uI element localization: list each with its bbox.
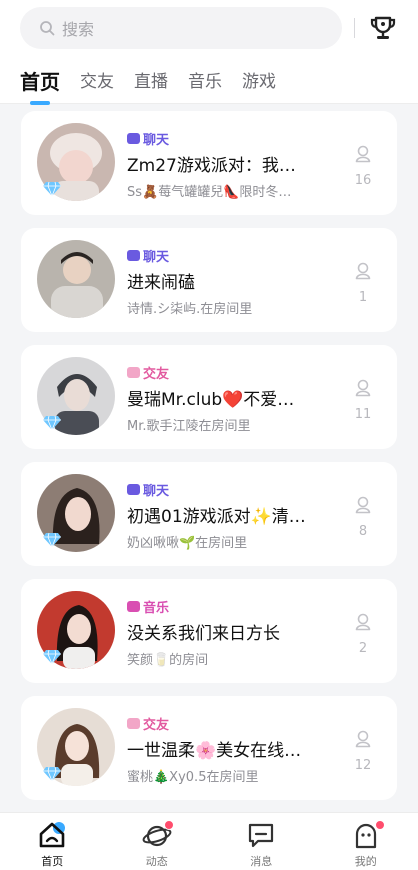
user-count-icon [355,496,371,514]
category-label: 聊天 [143,133,170,148]
room-card[interactable]: 交友 一世温柔🌸美女在线… 蜜桃🎄Xy0.5在房间里 12 [21,696,397,800]
nav-label: 我的 [354,855,377,868]
diamond-icon [43,181,61,198]
trophy-icon[interactable] [368,13,398,43]
avatar [37,240,115,318]
nav-home[interactable]: 首页 [0,813,105,870]
friend-category-icon [127,367,140,378]
room-subtitle: 笑颜🥛的房间 [127,653,209,668]
planet-icon [142,820,174,850]
user-count: 1 [358,290,368,305]
room-card[interactable]: 聊天 进来闹磕 诗情.シ柒屿.在房间里 1 [21,228,397,332]
nav-label: 消息 [250,855,273,868]
category-tag: 交友 [127,363,169,382]
category-tabs: 首页 交友 直播 音乐 游戏 [20,71,276,105]
chat-category-icon [127,133,140,144]
search-bar[interactable]: 搜索 [20,7,342,49]
nav-label: 首页 [41,855,64,868]
user-count-icon [355,379,371,397]
category-tag: 聊天 [127,480,169,499]
category-label: 交友 [143,718,170,733]
user-count: 2 [358,641,368,656]
notification-dot [374,820,385,830]
tab-games[interactable]: 游戏 [242,71,276,93]
search-icon [38,19,56,37]
message-icon [246,820,276,850]
header-divider [354,18,355,38]
category-label: 聊天 [143,484,170,499]
tab-home[interactable]: 首页 [20,71,60,105]
diamond-icon [43,766,61,783]
search-placeholder: 搜索 [62,20,95,39]
room-title: 没关系我们来日方长 [127,624,280,644]
home-icon [37,820,67,850]
profile-icon [351,820,385,850]
friend-category-icon [127,718,140,729]
room-list: 聊天 Zm27游戏派对：我… Ss🧸莓气罐罐兒👠限时冬… 16 聊天 进来闹磕 … [21,111,397,813]
nav-profile[interactable]: 我的 [314,813,418,870]
category-label: 聊天 [143,250,170,265]
user-count-icon [355,145,371,163]
room-subtitle: 蜜桃🎄Xy0.5在房间里 [127,770,259,785]
category-label: 音乐 [143,601,170,616]
category-tag: 交友 [127,714,169,733]
category-tag: 聊天 [127,129,169,148]
diamond-icon [43,415,61,432]
category-tag: 音乐 [127,597,169,616]
user-count: 16 [354,173,372,188]
diamond-icon [43,649,61,666]
room-title: 一世温柔🌸美女在线… [127,741,302,761]
room-title: 进来闹磕 [127,273,195,293]
room-subtitle: 诗情.シ柒屿.在房间里 [127,302,253,317]
music-category-icon [127,601,140,612]
room-title: 曼瑞Mr.club❤️不爱… [127,390,295,410]
room-card[interactable]: 交友 曼瑞Mr.club❤️不爱… Mr.歌手江陵在房间里 11 [21,345,397,449]
chat-category-icon [127,484,140,495]
user-count: 12 [354,758,372,773]
chat-category-icon [127,250,140,261]
nav-moments[interactable]: 动态 [105,813,210,870]
tab-friends[interactable]: 交友 [80,71,114,93]
user-count-icon [355,613,371,631]
tab-live[interactable]: 直播 [134,71,168,93]
room-title: 初遇01游戏派对✨清… [127,507,306,527]
room-card[interactable]: 聊天 Zm27游戏派对：我… Ss🧸莓气罐罐兒👠限时冬… 16 [21,111,397,215]
bottom-nav: 首页 动态 消息 我的 [0,812,418,870]
notification-dot [163,820,174,830]
tab-music[interactable]: 音乐 [188,71,222,93]
category-label: 交友 [143,367,170,382]
top-header: 搜索 首页 交友 直播 音乐 游戏 [0,0,418,105]
room-card[interactable]: 音乐 没关系我们来日方长 笑颜🥛的房间 2 [21,579,397,683]
nav-messages[interactable]: 消息 [209,813,314,870]
user-count-icon [355,730,371,748]
user-count: 11 [354,407,372,422]
user-count-icon [355,262,371,280]
category-tag: 聊天 [127,246,169,265]
room-card[interactable]: 聊天 初遇01游戏派对✨清… 奶凶啾啾🌱在房间里 8 [21,462,397,566]
room-subtitle: 奶凶啾啾🌱在房间里 [127,536,248,551]
room-subtitle: Mr.歌手江陵在房间里 [127,419,251,434]
diamond-icon [43,532,61,549]
room-title: Zm27游戏派对：我… [127,156,296,176]
room-subtitle: Ss🧸莓气罐罐兒👠限时冬… [127,185,292,200]
user-count: 8 [358,524,368,539]
nav-label: 动态 [145,855,168,868]
